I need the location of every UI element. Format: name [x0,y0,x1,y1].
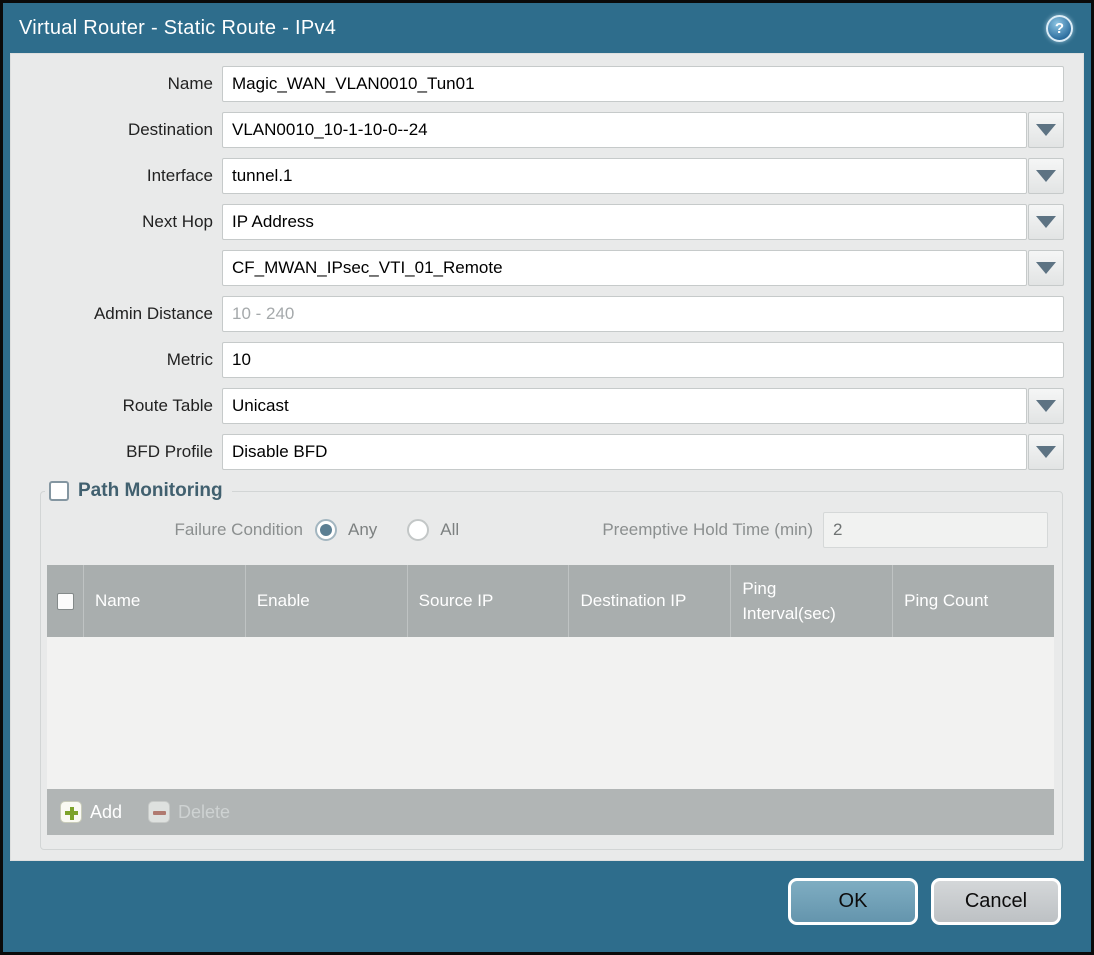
route-table-label: Route Table [122,396,213,415]
dialog-title: Virtual Router - Static Route - IPv4 [19,16,337,39]
path-monitoring-checkbox[interactable] [49,481,69,501]
path-monitoring-fieldset: Path Monitoring Failure Condition Any Al… [40,480,1063,850]
interface-dropdown-button[interactable] [1028,158,1064,194]
column-header-ping-interval: Ping Interval(sec) [731,565,894,637]
next-hop-label: Next Hop [142,212,213,231]
preemptive-hold-time-input[interactable] [823,512,1048,548]
form-row-next-hop-type: Next Hop [20,204,1064,240]
failure-condition-label: Failure Condition [174,520,303,539]
minus-icon [148,801,171,823]
route-table-input[interactable] [222,388,1027,424]
table-header-row: Name Enable Source IP Destination IP Pin… [47,565,1054,637]
next-hop-type-input[interactable] [222,204,1027,240]
column-header-enable: Enable [246,565,408,637]
path-monitoring-table: Name Enable Source IP Destination IP Pin… [47,565,1054,835]
admin-distance-input[interactable] [222,296,1064,332]
form-row-bfd-profile: BFD Profile [20,434,1064,470]
dialog-footer: OK Cancel [3,861,1091,952]
chevron-down-icon [1036,170,1056,182]
form-row-interface: Interface [20,158,1064,194]
form-row-next-hop-value [20,250,1064,286]
interface-label: Interface [146,166,213,185]
select-all-checkbox[interactable] [56,592,74,610]
chevron-down-icon [1036,216,1056,228]
column-header-destination-ip: Destination IP [569,565,732,637]
failure-condition-row: Failure Condition Any All Preemptive Hol… [47,512,1048,548]
add-button[interactable]: Add [60,801,122,823]
name-input[interactable] [222,66,1064,102]
column-header-source-ip: Source IP [408,565,570,637]
add-button-label: Add [90,801,123,822]
form-row-metric: Metric [20,342,1064,378]
chevron-down-icon [1036,400,1056,412]
chevron-down-icon [1036,262,1056,274]
name-label: Name [167,74,213,93]
column-header-ping-count: Ping Count [904,591,989,611]
bfd-profile-input[interactable] [222,434,1027,470]
chevron-down-icon [1036,446,1056,458]
admin-distance-label: Admin Distance [93,304,213,323]
delete-button-label: Delete [178,801,231,822]
destination-label: Destination [127,120,213,139]
destination-input[interactable] [222,112,1027,148]
table-toolbar: Add Delete [47,789,1054,835]
next-hop-value-input[interactable] [222,250,1027,286]
select-all-cell [47,565,84,637]
route-table-dropdown-button[interactable] [1028,388,1064,424]
interface-input[interactable] [222,158,1027,194]
help-icon[interactable]: ? [1046,14,1073,42]
form-panel: Name Destination Interface Next Hop [10,53,1084,861]
column-header-name: Name [84,565,246,637]
destination-dropdown-button[interactable] [1028,112,1064,148]
metric-label: Metric [166,350,213,369]
next-hop-value-dropdown-button[interactable] [1028,250,1064,286]
failure-condition-all-radio[interactable] [407,519,430,541]
plus-icon [60,801,82,823]
delete-button[interactable]: Delete [148,801,230,823]
table-body-empty [47,637,1054,789]
form-row-destination: Destination [20,112,1064,148]
cancel-button[interactable]: Cancel [931,878,1061,925]
failure-condition-all-label: All [440,520,460,539]
bfd-profile-dropdown-button[interactable] [1028,434,1064,470]
failure-condition-any-radio[interactable] [315,519,337,541]
metric-input[interactable] [222,342,1064,378]
failure-condition-any-label: Any [348,520,378,539]
preemptive-hold-time-label: Preemptive Hold Time (min) [602,520,813,539]
titlebar: Virtual Router - Static Route - IPv4 ? [3,3,1091,53]
chevron-down-icon [1036,124,1056,136]
static-route-dialog: Virtual Router - Static Route - IPv4 ? N… [0,0,1094,955]
path-monitoring-legend: Path Monitoring [45,480,232,502]
bfd-profile-label: BFD Profile [126,442,213,461]
ok-button[interactable]: OK [788,878,918,925]
form-row-name: Name [20,66,1064,102]
form-row-admin-distance: Admin Distance [20,296,1064,332]
path-monitoring-title: Path Monitoring [78,480,223,501]
next-hop-type-dropdown-button[interactable] [1028,204,1064,240]
form-row-route-table: Route Table [20,388,1064,424]
